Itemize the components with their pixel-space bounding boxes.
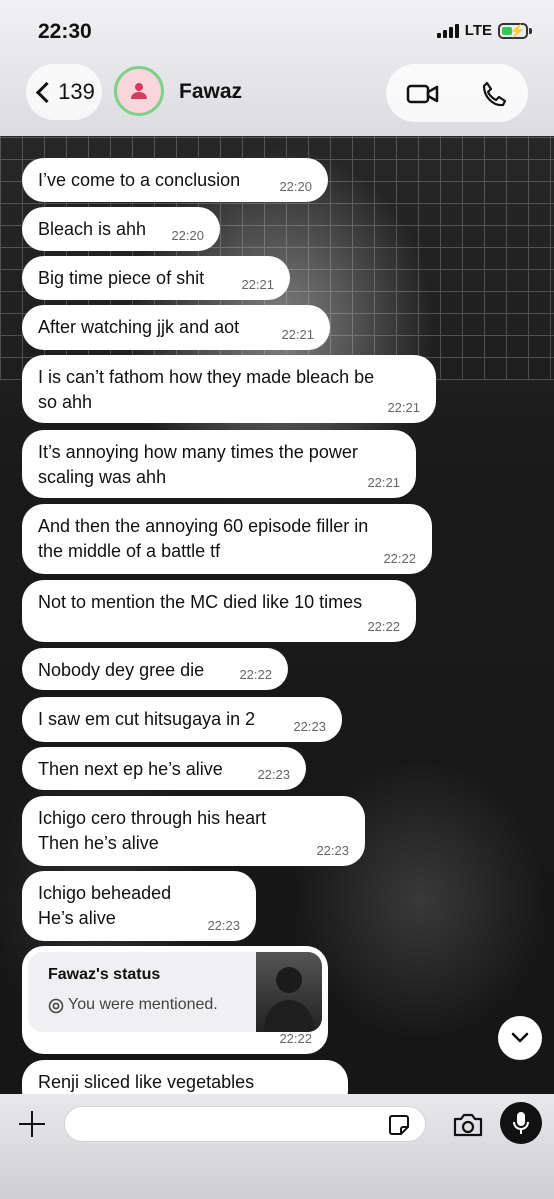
message-bubble[interactable]: Ichigo cero through his heart Then he’s … bbox=[22, 796, 365, 866]
message-text: Big time piece of shit bbox=[38, 268, 205, 288]
message-input[interactable] bbox=[64, 1106, 426, 1142]
microphone-icon bbox=[513, 1112, 529, 1134]
message-time: 22:21 bbox=[367, 475, 400, 490]
message-bubble[interactable]: I saw em cut hitsugaya in 2 22:23 bbox=[22, 697, 342, 742]
message-time: 22:21 bbox=[241, 277, 274, 292]
status-title: Fawaz's status bbox=[48, 966, 161, 983]
message-bubble[interactable]: Bleach is ahh 22:20 bbox=[22, 207, 220, 251]
message-bubble[interactable]: It’s annoying how many times the power s… bbox=[22, 430, 416, 498]
chat-header: 22:30 LTE ⚡ 139 Fawaz bbox=[0, 0, 554, 136]
microphone-button[interactable] bbox=[500, 1102, 542, 1144]
back-button[interactable]: 139 bbox=[26, 64, 102, 120]
contact-name[interactable]: Fawaz bbox=[179, 80, 242, 104]
status-reply-card[interactable]: Fawaz's status You were mentioned. 22:22 bbox=[22, 946, 328, 1054]
message-text: And then the annoying 60 episode filler … bbox=[38, 516, 369, 561]
message-text: Ichigo cero through his heart Then he’s … bbox=[38, 808, 267, 853]
message-time: 22:20 bbox=[171, 228, 204, 243]
message-bubble[interactable]: Big time piece of shit 22:21 bbox=[22, 256, 290, 300]
status-indicators: LTE ⚡ bbox=[436, 22, 532, 39]
signal-icon bbox=[436, 23, 459, 38]
message-text: Not to mention the MC died like 10 times bbox=[38, 592, 363, 612]
plus-icon[interactable] bbox=[18, 1110, 46, 1138]
message-time: 22:22 bbox=[367, 619, 400, 634]
message-text: Nobody dey gree die bbox=[38, 660, 205, 680]
message-bubble[interactable]: I’ve come to a conclusion 22:20 bbox=[22, 158, 328, 202]
message-bubble[interactable]: Then next ep he’s alive 22:23 bbox=[22, 747, 306, 790]
battery-icon: ⚡ bbox=[498, 22, 528, 39]
message-text: I is can’t fathom how they made bleach b… bbox=[38, 367, 375, 412]
message-text: Then next ep he’s alive bbox=[38, 759, 223, 779]
message-text: Renji sliced like vegetables bbox=[38, 1072, 255, 1092]
battery-tip bbox=[529, 27, 532, 34]
message-text: I’ve come to a conclusion bbox=[38, 170, 241, 190]
sticker-icon[interactable] bbox=[387, 1113, 411, 1137]
composer-bar bbox=[0, 1094, 554, 1199]
message-time: 22:23 bbox=[316, 843, 349, 858]
unread-count: 139 bbox=[58, 79, 95, 104]
status-time: 22:30 bbox=[38, 20, 92, 43]
camera-icon[interactable] bbox=[452, 1112, 484, 1138]
person-icon bbox=[131, 83, 147, 99]
message-list[interactable]: I’ve come to a conclusion 22:20 Bleach is… bbox=[0, 136, 554, 1094]
message-time: 22:22 bbox=[239, 667, 272, 682]
status-preview[interactable]: Fawaz's status You were mentioned. bbox=[28, 952, 322, 1032]
message-time: 22:21 bbox=[387, 400, 420, 415]
message-bubble[interactable]: Not to mention the MC died like 10 times… bbox=[22, 580, 416, 642]
status-thumbnail bbox=[256, 952, 322, 1032]
status-subtitle: You were mentioned. bbox=[68, 996, 218, 1013]
message-text: It’s annoying how many times the power s… bbox=[38, 442, 358, 487]
message-time: 22:23 bbox=[293, 719, 326, 734]
avatar[interactable] bbox=[114, 66, 164, 116]
chevron-down-icon bbox=[511, 1032, 529, 1043]
message-time: 22:22 bbox=[383, 551, 416, 566]
call-actions bbox=[386, 64, 528, 122]
message-bubble[interactable]: After watching jjk and aot 22:21 bbox=[22, 305, 330, 350]
message-time: 22:23 bbox=[207, 918, 240, 933]
message-time: 22:21 bbox=[281, 327, 314, 342]
network-label: LTE bbox=[464, 22, 492, 39]
message-text: After watching jjk and aot bbox=[38, 317, 240, 337]
message-text: I saw em cut hitsugaya in 2 bbox=[38, 709, 256, 729]
message-time: 22:20 bbox=[279, 179, 312, 194]
message-bubble[interactable]: Ichigo beheaded He’s alive 22:23 bbox=[22, 871, 256, 941]
message-time: 22:22 bbox=[279, 1031, 312, 1046]
message-bubble[interactable]: Renji sliced like vegetables bbox=[22, 1060, 348, 1094]
at-sign-icon bbox=[48, 998, 64, 1014]
message-bubble[interactable]: Nobody dey gree die 22:22 bbox=[22, 648, 288, 690]
message-bubble[interactable]: I is can’t fathom how they made bleach b… bbox=[22, 355, 436, 423]
message-time: 22:23 bbox=[257, 767, 290, 782]
phone-icon[interactable] bbox=[480, 80, 508, 108]
chevron-left-icon bbox=[36, 81, 58, 103]
video-camera-icon[interactable] bbox=[406, 82, 440, 106]
scroll-to-bottom-button[interactable] bbox=[498, 1016, 542, 1060]
message-bubble[interactable]: And then the annoying 60 episode filler … bbox=[22, 504, 432, 574]
